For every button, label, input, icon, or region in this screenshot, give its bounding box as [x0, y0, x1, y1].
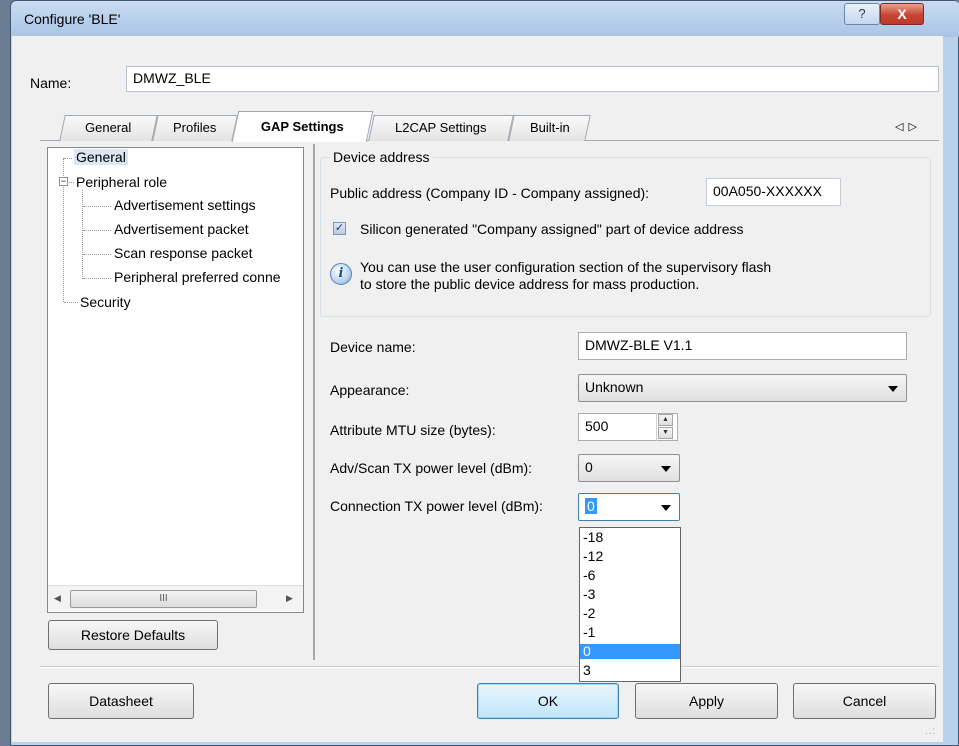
settings-tree[interactable]: General − Peripheral role Advertisement … — [47, 147, 304, 613]
stepper-down-icon[interactable]: ▼ — [658, 427, 673, 439]
help-button[interactable]: ? — [844, 3, 880, 25]
checkmark-icon: ✓ — [334, 222, 345, 234]
dropdown-option[interactable]: -1 — [580, 625, 680, 640]
dropdown-option[interactable]: -12 — [580, 549, 680, 564]
title-bar[interactable]: Configure 'BLE' ? X — [11, 1, 959, 37]
tree-item-general[interactable]: General — [74, 149, 128, 165]
panel-splitter[interactable] — [313, 144, 315, 660]
tab-l2cap-settings[interactable]: L2CAP Settings — [368, 115, 514, 141]
silicon-generated-checkbox[interactable]: ✓ — [333, 222, 346, 235]
info-icon: i — [330, 263, 352, 285]
dropdown-option[interactable]: -2 — [580, 606, 680, 621]
connection-tx-power-value: 0 — [585, 498, 597, 514]
tab-profiles[interactable]: Profiles — [152, 115, 238, 141]
tab-gap-settings[interactable]: GAP Settings — [231, 111, 374, 142]
button-bar-separator — [40, 666, 939, 668]
device-name-field[interactable]: DMWZ-BLE V1.1 — [578, 332, 907, 360]
cancel-button[interactable]: Cancel — [793, 683, 936, 719]
tab-built-in[interactable]: Built-in — [508, 115, 591, 141]
device-address-group-title: Device address — [330, 149, 433, 165]
window-title: Configure 'BLE' — [24, 11, 121, 27]
datasheet-button[interactable]: Datasheet — [48, 683, 194, 719]
tab-general[interactable]: General — [59, 115, 158, 141]
scroll-thumb[interactable]: III — [70, 590, 257, 608]
info-message-line-1: You can use the user configuration secti… — [360, 259, 772, 275]
scroll-right-icon[interactable]: ▶ — [286, 593, 293, 604]
adv-tx-power-select[interactable]: 0 — [578, 454, 680, 482]
help-icon: ? — [858, 6, 866, 21]
dropdown-option[interactable]: -3 — [580, 587, 680, 602]
appearance-value: Unknown — [585, 379, 644, 395]
connection-tx-power-label: Connection TX power level (dBm): — [330, 498, 543, 514]
dropdown-option-selected[interactable]: 0 — [580, 644, 680, 659]
close-button[interactable]: X — [880, 3, 924, 25]
collapse-icon[interactable]: − — [59, 177, 68, 186]
tree-item-security[interactable]: Security — [80, 294, 131, 310]
dropdown-option[interactable]: 3 — [580, 663, 680, 678]
tree-item-peripheral-role[interactable]: Peripheral role — [76, 174, 167, 190]
name-field[interactable]: DMWZ_BLE — [126, 66, 939, 92]
adv-tx-power-label: Adv/Scan TX power level (dBm): — [330, 460, 533, 476]
ok-button[interactable]: OK — [477, 683, 619, 719]
silicon-generated-label: Silicon generated "Company assigned" par… — [360, 221, 744, 237]
tree-item-scan-response-packet[interactable]: Scan response packet — [114, 245, 253, 261]
tree-item-advertisement-packet[interactable]: Advertisement packet — [114, 221, 249, 237]
mtu-size-label: Attribute MTU size (bytes): — [330, 422, 496, 438]
stepper-up-icon[interactable]: ▲ — [658, 414, 673, 426]
apply-button[interactable]: Apply — [635, 683, 778, 719]
info-message-line-2: to store the public device address for m… — [360, 276, 700, 292]
close-icon: X — [897, 6, 907, 22]
tree-item-peripheral-preferred-connection[interactable]: Peripheral preferred conne — [114, 269, 281, 285]
restore-defaults-button[interactable]: Restore Defaults — [48, 620, 218, 650]
chevron-down-icon — [661, 466, 671, 472]
info-message: You can use the user configuration secti… — [360, 259, 900, 293]
mtu-size-stepper[interactable]: ▲ ▼ — [656, 413, 674, 441]
dropdown-option[interactable]: -18 — [580, 530, 680, 545]
dropdown-option[interactable]: -6 — [580, 568, 680, 583]
tab-scroll-arrows-icon[interactable]: ◁▷ — [895, 120, 922, 133]
public-address-field[interactable]: 00A050-XXXXXX — [706, 178, 841, 206]
name-label: Name: — [30, 75, 72, 91]
device-name-label: Device name: — [330, 339, 416, 355]
appearance-select[interactable]: Unknown — [578, 374, 907, 402]
scroll-left-icon[interactable]: ◀ — [54, 593, 61, 604]
chevron-down-icon — [888, 386, 898, 392]
size-grip-icon[interactable]: ..: — [925, 726, 936, 737]
chevron-down-icon — [661, 505, 671, 511]
tree-horizontal-scrollbar[interactable]: ◀ III ▶ — [48, 585, 303, 611]
connection-tx-power-select[interactable]: 0 — [578, 493, 680, 521]
connection-tx-power-dropdown[interactable]: -18 -12 -6 -3 -2 -1 0 3 — [579, 527, 681, 682]
tree-item-advertisement-settings[interactable]: Advertisement settings — [114, 197, 256, 213]
appearance-label: Appearance: — [330, 382, 410, 398]
adv-tx-power-value: 0 — [585, 459, 593, 475]
public-address-label: Public address (Company ID - Company ass… — [330, 185, 650, 201]
